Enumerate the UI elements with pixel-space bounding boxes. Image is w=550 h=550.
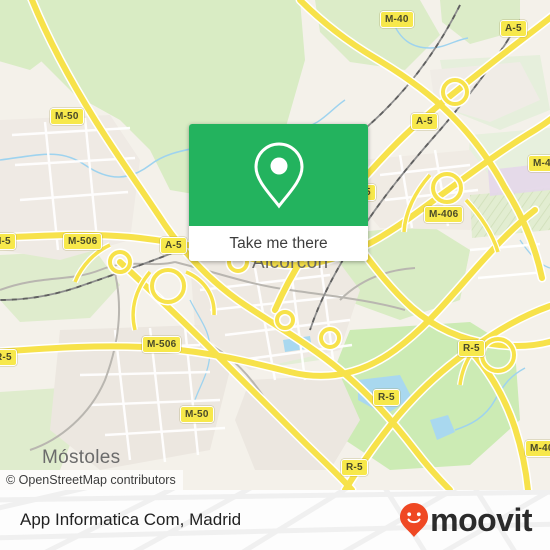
city-label-mostoles: Móstoles [42,447,121,468]
location-popup-card[interactable]: Take me there [189,124,368,261]
road-shield: M-40 [525,440,550,457]
road-shield: R-5 [373,389,400,406]
popup-header [189,124,368,226]
take-me-there-button[interactable]: Take me there [189,226,368,261]
road-shield: M-506 [63,233,103,250]
road-shield: M-406 [424,206,464,223]
take-me-there-label: Take me there [229,234,328,252]
road-shield: A-5 [500,20,527,37]
road-shield: M-5 [0,233,16,250]
road-shield: M-40 [528,155,550,172]
map-attribution: © OpenStreetMap contributors [0,470,183,490]
road-shield: A-5 [160,237,187,254]
road-shield: M-50 [50,108,84,125]
road-shield: M-506 [142,336,182,353]
place-title: App Informatica Com, Madrid [20,510,242,529]
location-pin-icon [253,142,304,209]
road-shield: R-5 [341,459,368,476]
moovit-map-page: Alcorcón Móstoles M-40 A-5 M-50 A-5 M-40… [0,0,550,550]
road-shield: A-5 [411,113,438,130]
road-shield: R-5 [458,340,485,357]
road-shield: R-5 [0,349,17,366]
road-shield: M-40 [380,11,414,28]
bottom-info-bar: App Informatica Com, Madrid moovit [0,490,550,550]
moovit-pin-icon [400,503,429,537]
road-shield: M-50 [180,406,214,423]
moovit-logo[interactable]: moovit [399,502,532,538]
moovit-wordmark: moovit [430,502,532,538]
